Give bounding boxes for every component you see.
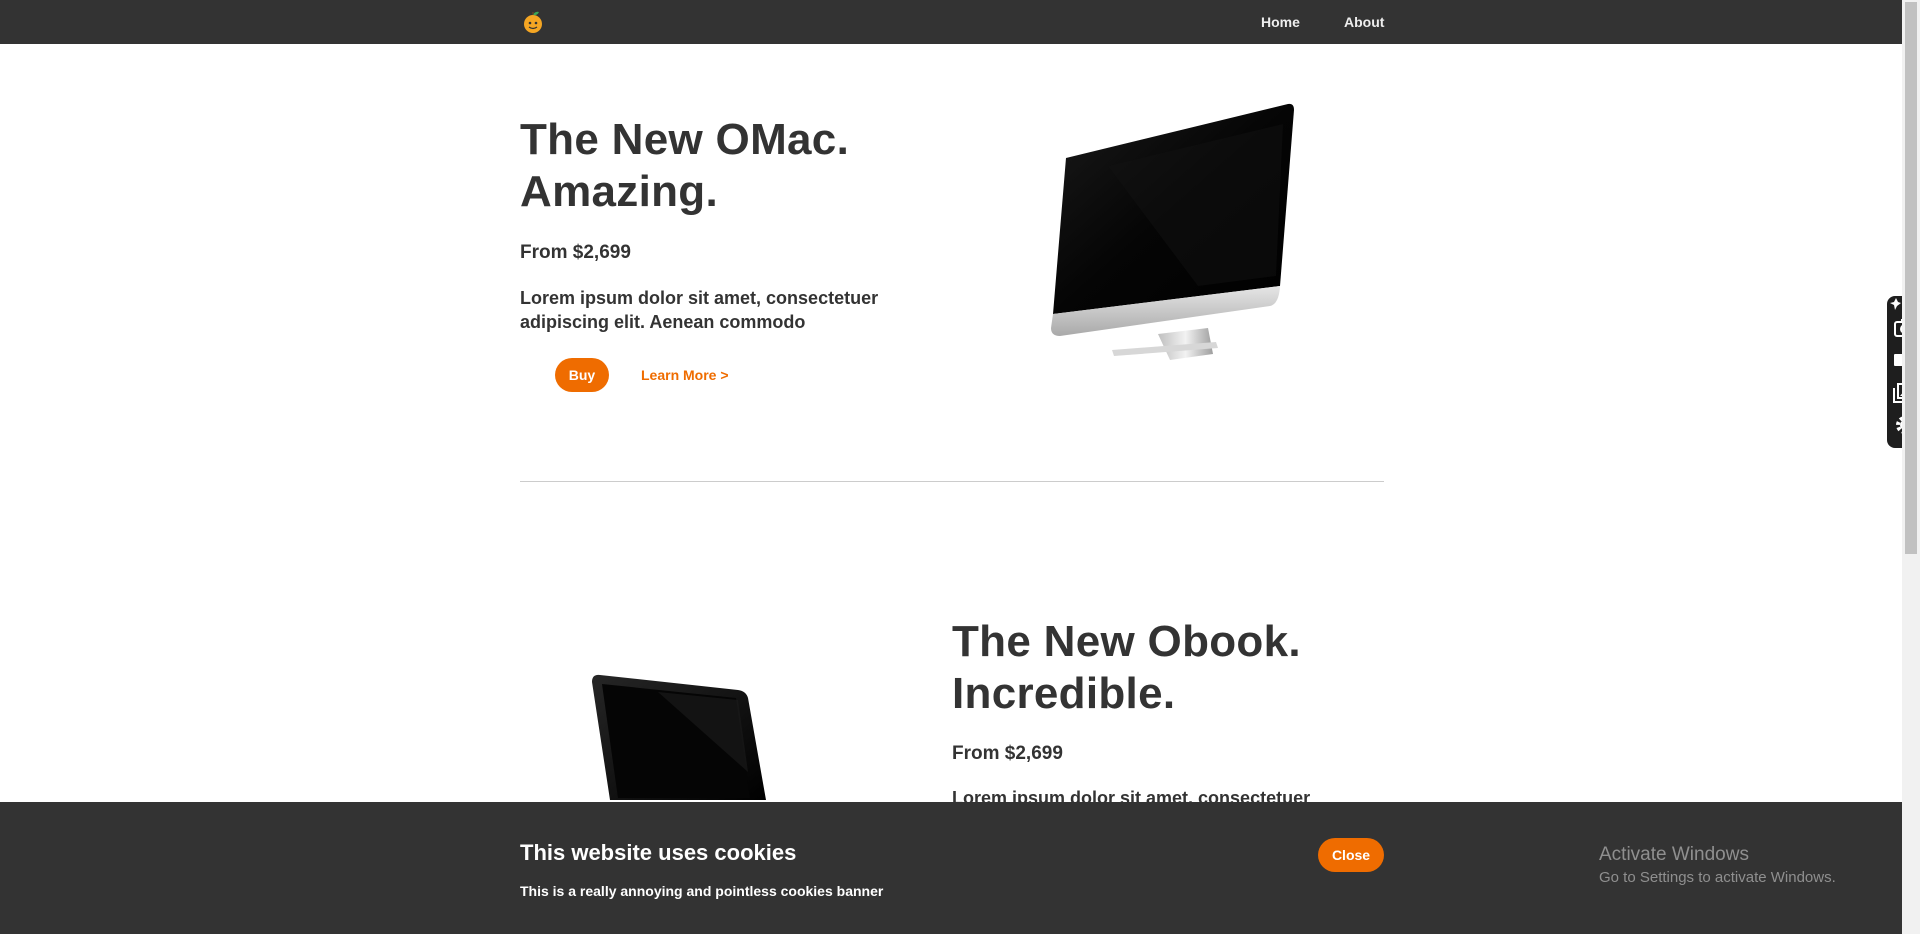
omac-title-line1: The New OMac. xyxy=(520,115,850,164)
scrollbar-thumb[interactable] xyxy=(1905,2,1917,554)
cookie-close-button[interactable]: Close xyxy=(1318,838,1384,872)
cookie-text: This is a really annoying and pointless … xyxy=(520,883,884,899)
obook-price: From $2,699 xyxy=(952,743,1063,764)
omac-heading: The New OMac. Amazing. xyxy=(520,114,849,218)
obook-title-line1: The New Obook. xyxy=(952,617,1301,666)
orange-logo-icon[interactable] xyxy=(520,9,546,35)
omac-buy-button[interactable]: Buy xyxy=(555,358,609,392)
cookie-title: This website uses cookies xyxy=(520,840,797,865)
omac-price: From $2,699 xyxy=(520,242,631,263)
nav-link-home[interactable]: Home xyxy=(1261,14,1300,30)
top-navbar: Home About xyxy=(0,0,1902,44)
omac-description: Lorem ipsum dolor sit amet, consectetuer… xyxy=(520,288,879,332)
pin-icon[interactable] xyxy=(1889,297,1903,311)
omac-title-line2: Amazing. xyxy=(520,167,718,216)
desktop-monitor-image xyxy=(1051,103,1294,360)
cookie-banner: This website uses cookies This is a real… xyxy=(0,802,1902,934)
windows-activation-title: Activate Windows xyxy=(1599,844,1749,865)
vertical-scrollbar[interactable] xyxy=(1902,0,1920,934)
nav-link-about[interactable]: About xyxy=(1344,14,1384,30)
windows-activation-subtitle: Go to Settings to activate Windows. xyxy=(1599,869,1836,886)
obook-title-line2: Incredible. xyxy=(952,669,1176,718)
laptop-image xyxy=(592,674,766,800)
omac-learn-more-link[interactable]: Learn More > xyxy=(641,367,729,383)
obook-heading: The New Obook. Incredible. xyxy=(952,616,1301,720)
section-divider xyxy=(520,481,1384,482)
